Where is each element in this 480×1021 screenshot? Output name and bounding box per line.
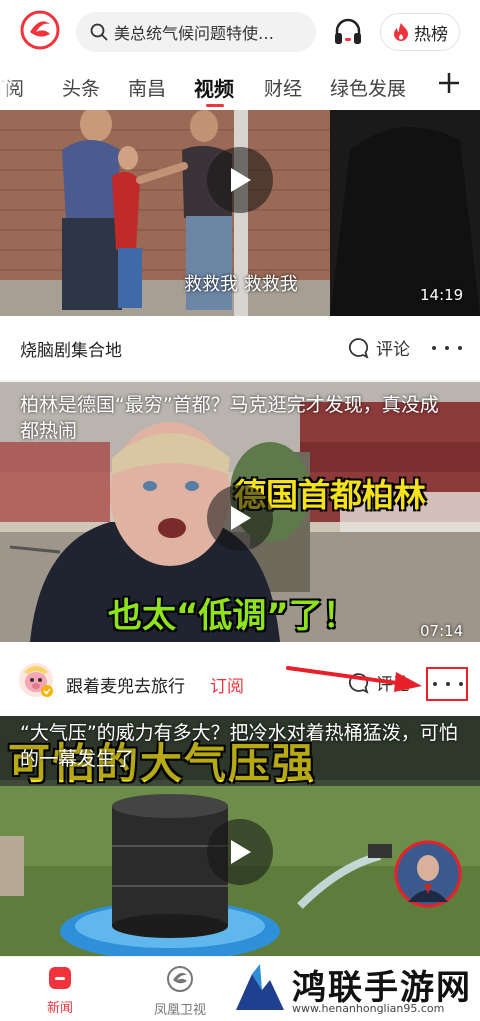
more-dot-icon: [433, 682, 437, 686]
channel-avatar[interactable]: [18, 662, 54, 698]
more-options-button[interactable]: [433, 674, 463, 694]
play-icon: [231, 168, 251, 192]
video-thumbnail-3[interactable]: 可怕的大气压强 “大气压”的威力有多大？把冷水对着热桶猛泼，可怕的一幕发生了: [0, 716, 480, 956]
play-button[interactable]: [207, 147, 273, 213]
watermark-url: www.henanhonglian95.com: [292, 1002, 445, 1015]
play-icon: [231, 506, 251, 530]
tab-fade: [0, 70, 14, 100]
more-dot-icon: [432, 346, 436, 350]
play-button[interactable]: [207, 819, 273, 885]
more-dot-icon: [459, 682, 463, 686]
presenter-avatar[interactable]: [394, 840, 462, 908]
source-name[interactable]: 跟着麦兜去旅行: [66, 672, 185, 697]
add-channel-icon[interactable]: [436, 70, 462, 96]
news-icon: [49, 967, 71, 989]
phoenix-tv-icon: [167, 966, 193, 992]
channel-tabs: 订阅 头条 南昌 视频 财经 绿色发展: [0, 62, 480, 110]
tab-green-development[interactable]: 绿色发展: [330, 74, 406, 101]
video-title: “大气压”的威力有多大？把冷水对着热桶猛泼，可怕的一幕发生了: [20, 722, 458, 770]
more-dot-icon: [445, 346, 449, 350]
tab-nanchang[interactable]: 南昌: [128, 74, 166, 101]
active-tab-indicator: [206, 104, 224, 107]
nav-item-news[interactable]: 新闻: [20, 965, 100, 1016]
more-dot-icon: [446, 682, 450, 686]
nav-label-phoenix-tv: 凤凰卫视: [153, 1003, 206, 1018]
site-watermark: 鸿联手游网 www.henanhonglian95.com: [228, 956, 480, 1021]
video-thumbnail-2[interactable]: 柏林是德国“最穷”首都？马克逛完才发现，真没成都热闹 德国首都柏林 也太“低调”…: [0, 382, 480, 642]
search-icon: [90, 23, 108, 41]
video-title: 柏林是德国“最穷”首都？马克逛完才发现，真没成都热闹: [20, 394, 439, 442]
tab-video[interactable]: 视频: [194, 73, 234, 102]
flame-icon: [394, 23, 408, 41]
headset-icon[interactable]: [332, 16, 364, 48]
video-subtitle: 救救我 救救我: [184, 274, 298, 295]
hot-list-button[interactable]: 热榜: [380, 13, 460, 51]
video-meta-row-1: 烧脑剧集合地 评论: [0, 316, 480, 380]
search-placeholder: 美总统气候问题特使…: [114, 24, 275, 43]
nav-label-news: 新闻: [46, 1001, 73, 1016]
more-dot-icon: [458, 346, 462, 350]
hot-list-label: 热榜: [414, 24, 448, 45]
video-duration: 14:19: [420, 286, 464, 304]
top-bar: 美总统气候问题特使… 热榜: [0, 0, 480, 62]
nav-item-phoenix-tv[interactable]: 凤凰卫视: [140, 965, 220, 1018]
comment-bubble-icon: [349, 337, 369, 359]
more-options-button[interactable]: [432, 338, 462, 358]
video-duration: 07:14: [420, 622, 464, 640]
watermark-logo-icon: [236, 964, 284, 1010]
video-thumbnail-1[interactable]: 救救我 救救我 14:19: [0, 110, 480, 316]
tab-headlines[interactable]: 头条: [62, 74, 100, 101]
phoenix-logo-icon[interactable]: [20, 10, 60, 50]
tab-finance[interactable]: 财经: [264, 74, 302, 101]
search-bar[interactable]: 美总统气候问题特使…: [76, 12, 316, 52]
subscribe-button[interactable]: 订阅: [210, 672, 244, 697]
overlay-caption-bottom: 也太“低调”了！: [108, 596, 357, 636]
comment-button[interactable]: 评论: [346, 335, 410, 360]
video-meta-row-2: 跟着麦兜去旅行 订阅 评论: [0, 642, 480, 712]
play-button[interactable]: [207, 485, 273, 551]
play-icon: [231, 840, 251, 864]
source-name[interactable]: 烧脑剧集合地: [20, 336, 122, 361]
comment-label: 评论: [376, 340, 410, 360]
annotation-arrow-icon: [286, 666, 422, 692]
